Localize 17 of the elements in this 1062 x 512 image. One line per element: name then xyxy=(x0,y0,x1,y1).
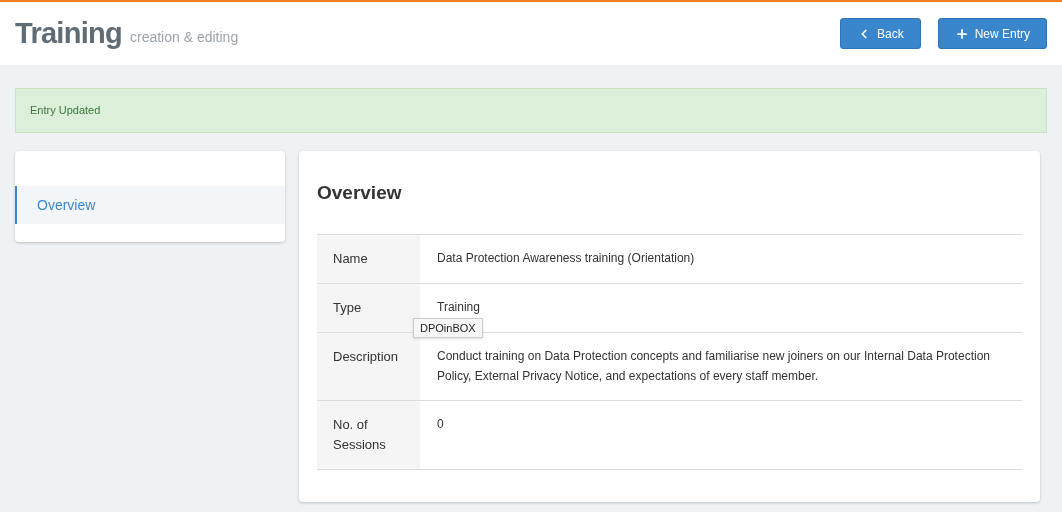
field-value: Data Protection Awareness training (Orientation) xyxy=(437,249,696,267)
field-label: No. of Sessions xyxy=(317,400,420,469)
field-value: Training xyxy=(437,298,481,316)
page-subtitle: creation & editing xyxy=(130,28,239,47)
field-value: Conduct training on Data Protection concepts and familiarise new joiners on our Internal Data Protection Policy, External Privacy Notice, and expectations of every staff member. xyxy=(437,347,991,385)
plus-icon xyxy=(954,26,969,41)
field-label: Name xyxy=(317,234,420,283)
field-label: Type xyxy=(317,283,420,332)
new-entry-button[interactable]: New Entry xyxy=(937,18,1047,49)
alert-message: Entry Updated xyxy=(30,103,101,119)
field-value: 0 xyxy=(437,415,445,433)
back-button[interactable]: Back xyxy=(839,18,921,49)
page-title: Training xyxy=(15,15,122,51)
panel-title: Overview xyxy=(317,181,403,205)
tooltip: DPOinBOX xyxy=(413,317,483,338)
sidebar-item[interactable]: Overview xyxy=(15,186,285,224)
field-label: Description xyxy=(317,332,420,400)
